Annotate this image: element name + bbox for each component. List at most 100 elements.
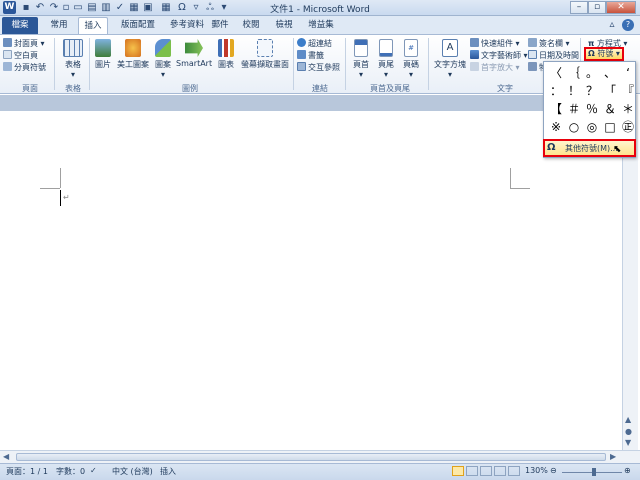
maximize-button[interactable]: ▫	[588, 1, 606, 14]
signature-line-button[interactable]: 簽名欄 ▾	[528, 38, 570, 49]
separator	[345, 38, 346, 90]
group-label-links: 連結	[312, 84, 328, 93]
help-icon[interactable]: ?	[622, 19, 634, 31]
page-number-button[interactable]: # 頁碼 ▾	[400, 39, 422, 79]
symbol-cell[interactable]: 。	[583, 64, 601, 82]
zoom-level[interactable]: 130%	[525, 466, 548, 475]
word-count[interactable]: 字數：0	[56, 466, 85, 477]
symbol-button[interactable]: Ω 符號 ▾	[584, 47, 624, 61]
symbol-cell[interactable]: ㊣	[619, 118, 637, 136]
zoom-slider-thumb[interactable]	[592, 468, 596, 476]
page-count[interactable]: 頁面：1 / 1	[6, 466, 48, 477]
symbol-cell[interactable]: ‘	[619, 64, 637, 82]
tab-references[interactable]: 參考資料	[167, 17, 207, 34]
table-button[interactable]: 表格 ▾	[58, 39, 88, 79]
footer-button[interactable]: 頁尾 ▾	[375, 39, 397, 79]
tab-home[interactable]: 常用	[44, 17, 74, 34]
symbol-cell[interactable]: ％	[583, 100, 601, 118]
scroll-down-icon[interactable]: ▼	[625, 438, 631, 447]
group-label-illustrations: 圖例	[182, 84, 198, 93]
separator	[54, 38, 55, 90]
group-label-pages: 頁面	[22, 84, 38, 93]
paragraph-mark-icon: ↵	[63, 193, 70, 202]
web-layout-view-icon[interactable]	[480, 466, 492, 476]
hyperlink-button[interactable]: 超連結	[297, 38, 332, 49]
page-break-button[interactable]: 分頁符號	[3, 62, 46, 73]
draft-view-icon[interactable]	[508, 466, 520, 476]
zoom-in-icon[interactable]: ⊕	[624, 466, 631, 475]
omega-icon: Ω	[588, 49, 595, 58]
symbol-cell[interactable]: ＆	[601, 100, 619, 118]
insert-mode[interactable]: 插入	[160, 466, 176, 477]
wordart-icon	[470, 50, 479, 59]
minimize-button[interactable]: –	[570, 1, 588, 14]
textbox-icon: A	[442, 39, 458, 57]
header-button[interactable]: 頁首 ▾	[350, 39, 372, 79]
crop-mark-left-h	[40, 188, 60, 189]
title-bar: W ▪ ↶ ↷ ▫ ▭ ▤ ▥ ✓ ▦ ▣ ▦ Ω ▿ ஃ ▾ 文件1 - Mi…	[0, 0, 640, 16]
document-page[interactable]: ↵	[7, 111, 615, 450]
symbol-cell[interactable]: 【	[547, 100, 565, 118]
tab-view[interactable]: 檢視	[271, 17, 297, 34]
wordart-button[interactable]: 文字藝術師 ▾	[470, 50, 528, 61]
symbol-cell[interactable]: ？	[583, 82, 601, 100]
symbol-cell[interactable]: ※	[547, 118, 565, 136]
browse-object-icon[interactable]: ●	[625, 427, 632, 436]
tab-insert[interactable]: 插入	[78, 17, 108, 34]
window-title: 文件1 - Microsoft Word	[270, 5, 370, 15]
omega-icon: Ω	[547, 142, 556, 153]
shapes-button[interactable]: 圖案 ▾	[152, 39, 174, 79]
symbol-cell[interactable]: 『	[619, 82, 637, 100]
horizontal-scrollbar[interactable]: ◀ ▶	[0, 450, 640, 463]
crop-mark-right-h	[510, 188, 530, 189]
close-button[interactable]: ✕	[606, 1, 636, 14]
quick-parts-button[interactable]: 快速組件 ▾	[470, 38, 520, 49]
symbol-cell[interactable]: 「	[601, 82, 619, 100]
scroll-left-icon[interactable]: ◀	[3, 452, 9, 461]
scroll-up-icon[interactable]: ▲	[625, 415, 631, 424]
symbol-cell[interactable]: ｛	[565, 64, 583, 82]
blank-page-button[interactable]: 空白頁	[3, 50, 38, 61]
tab-page-layout[interactable]: 版面配置	[113, 17, 163, 34]
tab-addins[interactable]: 增益集	[303, 17, 339, 34]
symbol-cell[interactable]: □	[601, 118, 619, 136]
print-layout-view-icon[interactable]	[452, 466, 464, 476]
page-number-icon: #	[404, 39, 418, 57]
chart-button[interactable]: 圖表	[214, 39, 238, 70]
status-bar: 頁面：1 / 1 字數：0 ✓ 中文 (台灣) 插入 130% ⊖ ⊕	[0, 463, 640, 480]
more-symbols-button[interactable]: Ω 其他符號(M)... ⬉	[543, 139, 636, 157]
symbol-cell[interactable]: ！	[565, 82, 583, 100]
smartart-icon	[185, 39, 203, 57]
full-screen-view-icon[interactable]	[466, 466, 478, 476]
smartart-button[interactable]: SmartArt	[176, 39, 212, 68]
minimize-ribbon-icon[interactable]: ▵	[606, 19, 618, 31]
clipart-button[interactable]: 美工圖案	[116, 39, 150, 70]
picture-button[interactable]: 圖片	[92, 39, 114, 70]
bookmark-button[interactable]: 書籤	[297, 50, 324, 61]
symbol-cell[interactable]: ＃	[565, 100, 583, 118]
language-status[interactable]: 中文 (台灣)	[112, 466, 153, 477]
textbox-button[interactable]: A 文字方塊 ▾	[432, 39, 468, 79]
shapes-icon	[155, 39, 171, 57]
crop-mark-left-v	[60, 168, 61, 188]
drop-cap-button[interactable]: 首字放大 ▾	[470, 62, 520, 73]
symbol-cell[interactable]: 、	[601, 64, 619, 82]
symbol-cell[interactable]: ○	[565, 118, 583, 136]
cover-page-button[interactable]: 封面頁 ▾	[3, 38, 45, 49]
symbol-cell[interactable]: ◎	[583, 118, 601, 136]
horizontal-scroll-thumb[interactable]	[16, 453, 606, 461]
tab-file[interactable]: 檔案	[2, 17, 38, 34]
cross-reference-button[interactable]: 交互參照	[297, 62, 340, 73]
hyperlink-icon	[297, 38, 306, 47]
tab-review[interactable]: 校閱	[238, 17, 264, 34]
symbol-cell[interactable]: 〈	[547, 64, 565, 82]
proofing-icon[interactable]: ✓	[90, 466, 97, 475]
symbol-cell[interactable]: ＊	[619, 100, 637, 118]
date-time-button[interactable]: 日期及時間	[528, 50, 579, 61]
tab-mailings[interactable]: 郵件	[208, 17, 232, 34]
scroll-right-icon[interactable]: ▶	[610, 452, 616, 461]
outline-view-icon[interactable]	[494, 466, 506, 476]
zoom-out-icon[interactable]: ⊖	[550, 466, 557, 475]
screenshot-button[interactable]: 螢幕擷取畫面	[240, 39, 290, 70]
symbol-cell[interactable]: ：	[547, 82, 565, 100]
